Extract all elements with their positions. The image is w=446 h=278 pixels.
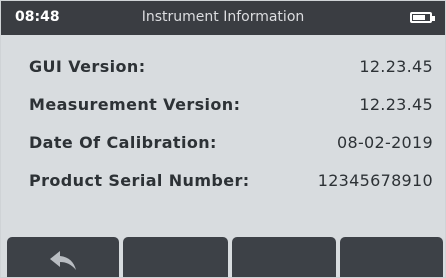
product-serial-number-label: Product Serial Number: [29,171,250,190]
date-of-calibration-value: 08-02-2019 [337,133,433,152]
status-bar: 08:48 Instrument Information [1,1,445,35]
back-softkey[interactable] [7,237,119,277]
info-row-date-of-calibration: Date Of Calibration: 08-02-2019 [1,133,445,171]
softkey-3[interactable] [232,237,336,277]
softkey-bar [1,237,445,277]
battery-icon [410,12,435,23]
info-row-gui-version: GUI Version: 12.23.45 [1,57,445,95]
instrument-screen: 08:48 Instrument Information GUI Version… [0,0,446,278]
info-row-product-serial-number: Product Serial Number: 12345678910 [1,171,445,209]
measurement-version-value: 12.23.45 [359,95,433,114]
measurement-version-label: Measurement Version: [29,95,241,114]
gui-version-label: GUI Version: [29,57,146,76]
product-serial-number-value: 12345678910 [317,171,433,190]
back-arrow-icon [50,251,76,270]
softkey-4[interactable] [340,237,443,277]
info-row-measurement-version: Measurement Version: 12.23.45 [1,95,445,133]
date-of-calibration-label: Date Of Calibration: [29,133,217,152]
gui-version-value: 12.23.45 [359,57,433,76]
instrument-info-list: GUI Version: 12.23.45 Measurement Versio… [1,57,445,209]
screen-title: Instrument Information [141,9,305,25]
softkey-2[interactable] [123,237,228,277]
